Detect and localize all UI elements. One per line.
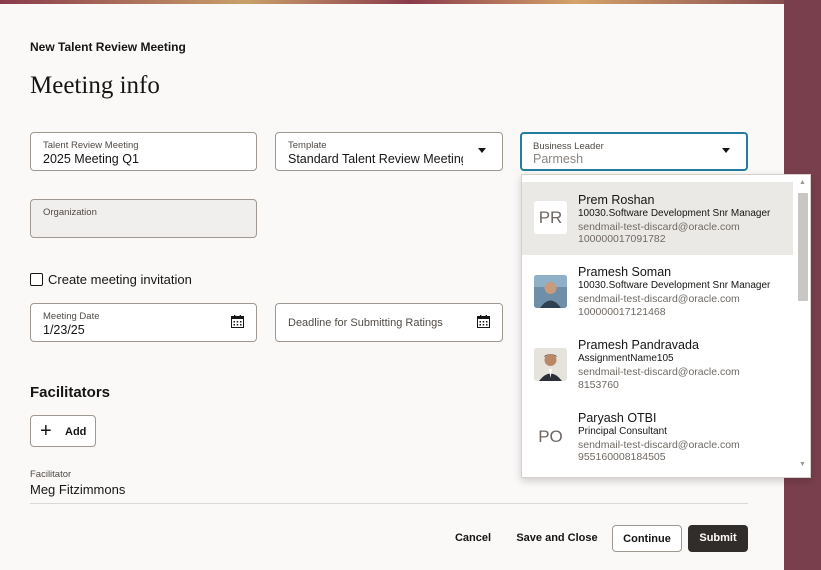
option-id: 100000017091782 bbox=[578, 233, 666, 245]
option-id: 955160008184505 bbox=[578, 451, 666, 463]
option-email: sendmail-test-discard@oracle.com bbox=[578, 293, 740, 305]
chevron-down-icon[interactable] bbox=[478, 148, 486, 153]
template-value: Standard Talent Review Meeting bbox=[288, 152, 463, 166]
business-leader-dropdown[interactable]: PR Prem Roshan 10030.Software Developmen… bbox=[521, 174, 811, 478]
option-role: 10030.Software Development Snr Manager bbox=[578, 280, 771, 291]
avatar: PO bbox=[534, 420, 567, 453]
create-invitation-label: Create meeting invitation bbox=[48, 272, 192, 287]
dropdown-scrollbar[interactable]: ▲ ▼ bbox=[795, 175, 810, 477]
option-id: 100000017121468 bbox=[578, 306, 666, 318]
option-name: Pramesh Soman bbox=[578, 265, 672, 279]
meeting-date-value: 1/23/25 bbox=[43, 323, 85, 337]
deadline-label: Deadline for Submitting Ratings bbox=[288, 317, 443, 329]
divider bbox=[30, 503, 748, 504]
facilitators-heading: Facilitators bbox=[30, 384, 111, 401]
header-title: New Talent Review Meeting bbox=[30, 40, 186, 54]
deadline-field[interactable]: Deadline for Submitting Ratings bbox=[275, 303, 503, 342]
avatar: PR bbox=[534, 201, 567, 234]
dropdown-option[interactable]: PO Paryash OTBI Principal Consultant sen… bbox=[522, 401, 793, 474]
facilitator-value: Meg Fitzimmons bbox=[30, 482, 126, 497]
organization-field[interactable]: Organization bbox=[30, 199, 257, 238]
calendar-icon[interactable] bbox=[477, 315, 490, 328]
option-name: Prem Roshan bbox=[578, 193, 655, 207]
business-leader-value: Parmesh bbox=[533, 152, 584, 166]
dropdown-option[interactable]: Pramesh Soman 10030.Software Development… bbox=[522, 255, 793, 328]
option-name: Pramesh Pandravada bbox=[578, 338, 699, 352]
option-name: Paryash OTBI bbox=[578, 411, 657, 425]
talent-review-meeting-field[interactable]: Talent Review Meeting 2025 Meeting Q1 bbox=[30, 132, 257, 171]
business-leader-input[interactable]: Business Leader Parmesh bbox=[520, 132, 748, 171]
avatar bbox=[534, 275, 567, 308]
dropdown-option[interactable]: PR Prem Roshan 10030.Software Developmen… bbox=[522, 182, 793, 255]
option-role: AssignmentName105 bbox=[578, 353, 674, 364]
add-facilitator-button[interactable]: + Add bbox=[30, 415, 96, 447]
submit-button[interactable]: Submit bbox=[688, 525, 748, 552]
add-button-label: Add bbox=[65, 426, 87, 438]
template-label: Template bbox=[288, 140, 327, 151]
organization-label: Organization bbox=[43, 207, 97, 218]
meeting-date-label: Meeting Date bbox=[43, 311, 100, 322]
scroll-down-icon[interactable]: ▼ bbox=[799, 461, 806, 468]
create-invitation-checkbox[interactable] bbox=[30, 273, 43, 286]
calendar-icon[interactable] bbox=[231, 315, 244, 328]
page-title: Meeting info bbox=[30, 72, 160, 99]
option-id: 8153760 bbox=[578, 379, 619, 391]
template-select[interactable]: Template Standard Talent Review Meeting bbox=[275, 132, 503, 171]
facilitator-label: Facilitator bbox=[30, 469, 72, 480]
avatar bbox=[534, 348, 567, 381]
dropdown-option[interactable]: Pramesh Pandravada AssignmentName105 sen… bbox=[522, 328, 793, 401]
option-email: sendmail-test-discard@oracle.com bbox=[578, 221, 740, 233]
scrollbar-thumb[interactable] bbox=[798, 193, 808, 301]
cancel-button[interactable]: Cancel bbox=[448, 525, 498, 552]
option-role: 10030.Software Development Snr Manager bbox=[578, 208, 771, 219]
chevron-down-icon[interactable] bbox=[722, 148, 730, 153]
continue-button[interactable]: Continue bbox=[612, 525, 682, 552]
option-email: sendmail-test-discard@oracle.com bbox=[578, 366, 740, 378]
save-and-close-button[interactable]: Save and Close bbox=[514, 525, 600, 552]
talent-review-meeting-label: Talent Review Meeting bbox=[43, 140, 139, 151]
talent-review-meeting-value: 2025 Meeting Q1 bbox=[43, 152, 139, 166]
business-leader-label: Business Leader bbox=[533, 141, 604, 152]
scroll-up-icon[interactable]: ▲ bbox=[799, 179, 806, 186]
meeting-date-field[interactable]: Meeting Date 1/23/25 bbox=[30, 303, 257, 342]
plus-icon: + bbox=[40, 420, 52, 442]
option-email: sendmail-test-discard@oracle.com bbox=[578, 439, 740, 451]
option-role: Principal Consultant bbox=[578, 426, 667, 437]
